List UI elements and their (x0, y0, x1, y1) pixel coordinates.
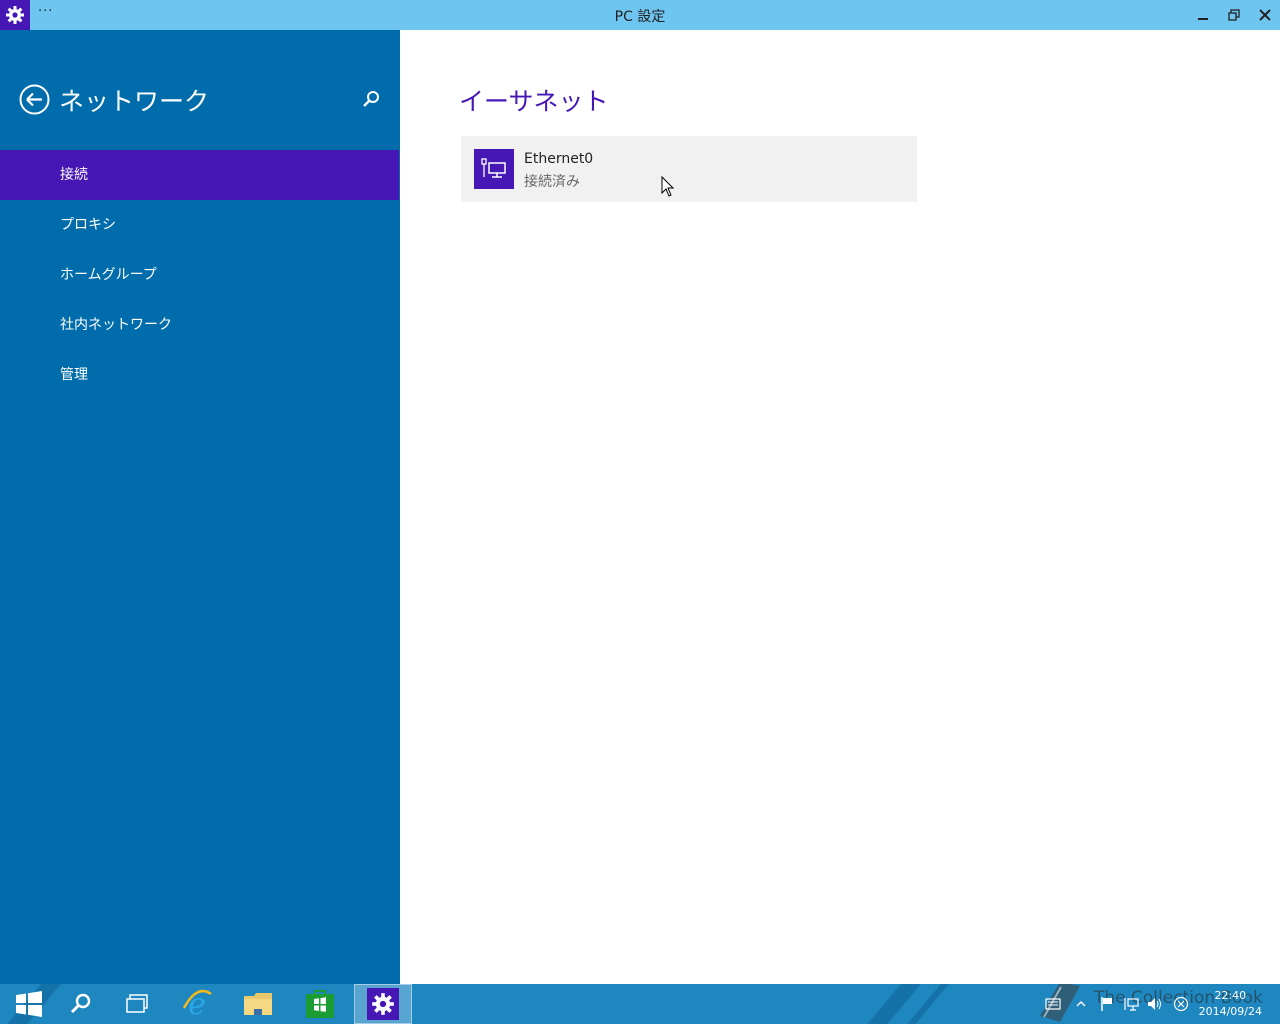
section-title: イーサネット (459, 87, 609, 116)
store-button[interactable] (291, 984, 349, 1024)
keyboard-icon[interactable] (1044, 996, 1062, 1012)
sidebar-item-connections[interactable]: 接続 (0, 150, 399, 200)
folder-icon (244, 993, 272, 1015)
sidebar-item-proxy[interactable]: プロキシ (0, 200, 399, 250)
sidebar: ネットワーク 接続 プロキシ ホームグループ 社内ネットワーク 管理 (0, 30, 400, 984)
restore-button[interactable] (1219, 0, 1249, 30)
restore-icon (1228, 9, 1240, 21)
back-arrow-icon[interactable] (19, 84, 50, 115)
internet-explorer-button[interactable]: e (168, 984, 226, 1024)
flag-icon[interactable] (1098, 996, 1116, 1012)
taskbar: e The Collection Book 22:40 2014/09/24 (0, 984, 1280, 1024)
minimize-button[interactable] (1188, 0, 1218, 30)
sidebar-item-homegroup[interactable]: ホームグループ (0, 250, 399, 300)
search-button[interactable] (52, 984, 110, 1024)
network-icon[interactable] (1122, 996, 1140, 1012)
sidebar-item-workplace[interactable]: 社内ネットワーク (0, 300, 399, 350)
ethernet-icon (474, 149, 514, 189)
network-status: 接続済み (524, 174, 580, 190)
clock-time: 22:40 (1214, 989, 1247, 1002)
title-bar: ··· PC 設定 (0, 0, 1280, 30)
search-icon[interactable] (360, 88, 382, 110)
task-view-icon (126, 994, 148, 1013)
start-button[interactable] (0, 984, 58, 1024)
ie-icon: e (182, 988, 212, 1020)
close-button[interactable] (1250, 0, 1280, 30)
network-name: Ethernet0 (524, 151, 594, 167)
sidebar-title: ネットワーク (59, 87, 210, 116)
pc-settings-button[interactable] (354, 984, 412, 1024)
search-icon (70, 993, 91, 1014)
task-view-button[interactable] (108, 984, 166, 1024)
show-hidden-icons[interactable] (1072, 996, 1090, 1012)
clock-date: 2014/09/24 (1198, 1005, 1262, 1018)
sidebar-item-management[interactable]: 管理 (0, 350, 399, 400)
ime-icon[interactable] (1172, 996, 1190, 1012)
ethernet-tile[interactable]: Ethernet0 接続済み (461, 136, 917, 202)
file-explorer-button[interactable] (229, 984, 287, 1024)
window-title: PC 設定 (614, 9, 666, 25)
main-content: イーサネット Ethernet0 接続済み (400, 30, 1280, 984)
clock[interactable]: 22:40 2014/09/24 (1199, 988, 1262, 1020)
gear-icon (367, 988, 399, 1020)
store-icon (306, 990, 334, 1018)
volume-icon[interactable] (1146, 996, 1164, 1012)
windows-logo-icon (16, 991, 42, 1017)
mouse-cursor-icon (661, 176, 675, 197)
minimize-icon (1198, 18, 1208, 20)
close-icon (1259, 9, 1271, 21)
